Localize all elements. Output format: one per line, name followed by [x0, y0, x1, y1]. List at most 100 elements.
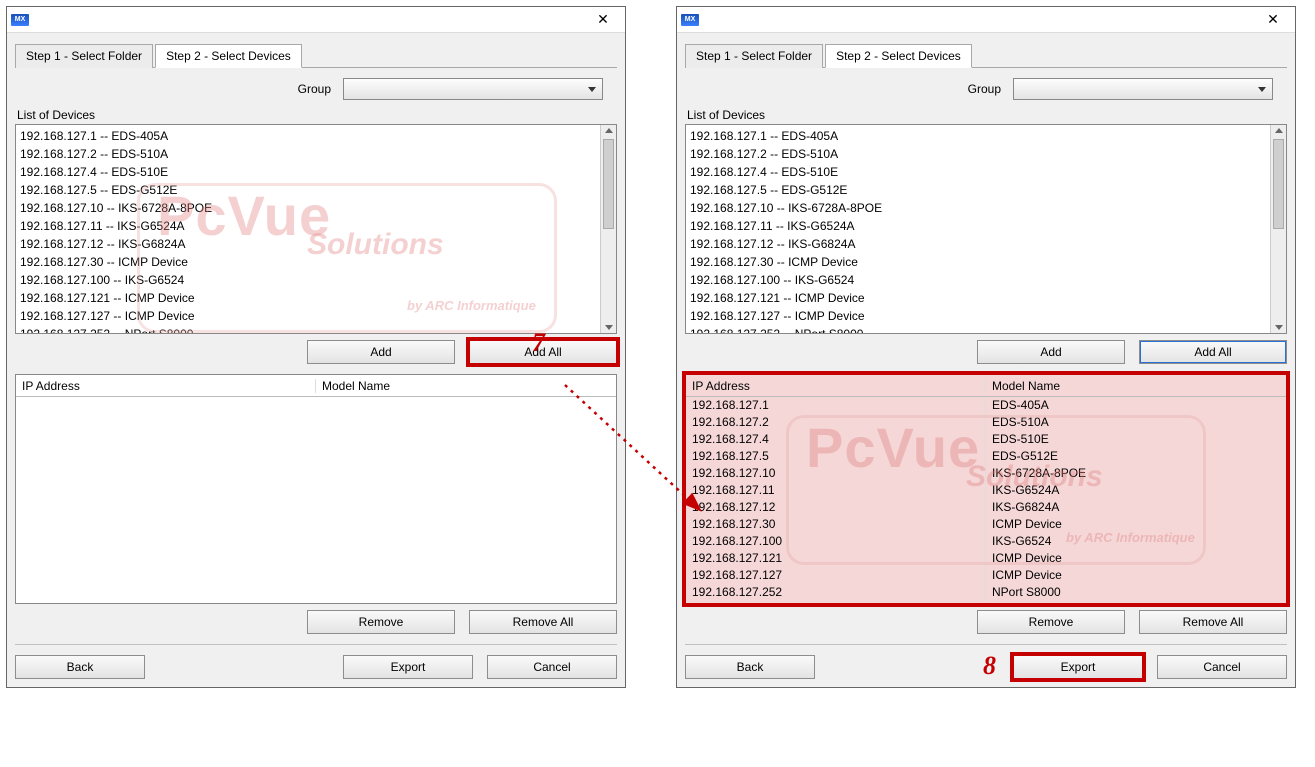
- device-item[interactable]: 192.168.127.10 -- IKS-6728A-8POE: [20, 199, 596, 217]
- app-icon: MX: [681, 14, 699, 26]
- scrollbar[interactable]: [1270, 125, 1286, 333]
- col-model[interactable]: Model Name: [316, 379, 616, 393]
- add-all-button[interactable]: Add All: [1139, 340, 1287, 364]
- cell-ip: 192.168.127.127: [686, 567, 986, 584]
- table-row[interactable]: 192.168.127.11IKS-G6524A: [686, 482, 1286, 499]
- callout-8: 8: [983, 651, 996, 681]
- device-item[interactable]: 192.168.127.11 -- IKS-G6524A: [690, 217, 1266, 235]
- dialog-right: MX ✕ Step 1 - Select Folder Step 2 - Sel…: [676, 6, 1296, 688]
- device-item[interactable]: 192.168.127.127 -- ICMP Device: [690, 307, 1266, 325]
- remove-button[interactable]: Remove: [307, 610, 455, 634]
- device-item[interactable]: 192.168.127.12 -- IKS-G6824A: [690, 235, 1266, 253]
- cell-model: ICMP Device: [986, 516, 1286, 533]
- cell-model: IKS-6728A-8POE: [986, 465, 1286, 482]
- titlebar: MX ✕: [7, 7, 625, 33]
- selected-devices-grid[interactable]: IP Address Model Name: [15, 374, 617, 604]
- back-button[interactable]: Back: [685, 655, 815, 679]
- device-item[interactable]: 192.168.127.4 -- EDS-510E: [690, 163, 1266, 181]
- col-model[interactable]: Model Name: [986, 379, 1286, 393]
- cell-ip: 192.168.127.11: [686, 482, 986, 499]
- device-item[interactable]: 192.168.127.2 -- EDS-510A: [690, 145, 1266, 163]
- cell-model: EDS-405A: [986, 397, 1286, 414]
- remove-all-button[interactable]: Remove All: [1139, 610, 1287, 634]
- close-button[interactable]: ✕: [585, 9, 621, 31]
- export-button[interactable]: Export: [343, 655, 473, 679]
- device-item[interactable]: 192.168.127.1 -- EDS-405A: [690, 127, 1266, 145]
- cell-model: ICMP Device: [986, 550, 1286, 567]
- device-item[interactable]: 192.168.127.30 -- ICMP Device: [690, 253, 1266, 271]
- table-row[interactable]: 192.168.127.252NPort S8000: [686, 584, 1286, 601]
- device-item[interactable]: 192.168.127.30 -- ICMP Device: [20, 253, 596, 271]
- export-button[interactable]: Export: [1013, 655, 1143, 679]
- devices-listbox[interactable]: 192.168.127.1 -- EDS-405A192.168.127.2 -…: [15, 124, 617, 334]
- remove-button[interactable]: Remove: [977, 610, 1125, 634]
- cancel-button[interactable]: Cancel: [1157, 655, 1287, 679]
- cell-ip: 192.168.127.4: [686, 431, 986, 448]
- cell-ip: 192.168.127.12: [686, 499, 986, 516]
- close-icon: ✕: [1267, 11, 1279, 28]
- tab-step2[interactable]: Step 2 - Select Devices: [155, 44, 302, 68]
- cell-ip: 192.168.127.5: [686, 448, 986, 465]
- device-item[interactable]: 192.168.127.121 -- ICMP Device: [20, 289, 596, 307]
- cell-model: ICMP Device: [986, 567, 1286, 584]
- cell-ip: 192.168.127.30: [686, 516, 986, 533]
- close-button[interactable]: ✕: [1255, 9, 1291, 31]
- selected-devices-grid[interactable]: IP Address Model Name 192.168.127.1EDS-4…: [685, 374, 1287, 604]
- table-row[interactable]: 192.168.127.30ICMP Device: [686, 516, 1286, 533]
- table-row[interactable]: 192.168.127.12IKS-G6824A: [686, 499, 1286, 516]
- device-item[interactable]: 192.168.127.252 -- NPort S8000: [690, 325, 1266, 333]
- add-all-button[interactable]: Add All: [469, 340, 617, 364]
- device-item[interactable]: 192.168.127.10 -- IKS-6728A-8POE: [690, 199, 1266, 217]
- device-item[interactable]: 192.168.127.2 -- EDS-510A: [20, 145, 596, 163]
- cell-model: IKS-G6524A: [986, 482, 1286, 499]
- group-combobox[interactable]: [343, 78, 603, 100]
- tab-step1[interactable]: Step 1 - Select Folder: [15, 44, 153, 68]
- table-row[interactable]: 192.168.127.2EDS-510A: [686, 414, 1286, 431]
- cell-ip: 192.168.127.252: [686, 584, 986, 601]
- back-button[interactable]: Back: [15, 655, 145, 679]
- col-ip[interactable]: IP Address: [16, 379, 316, 393]
- table-row[interactable]: 192.168.127.121ICMP Device: [686, 550, 1286, 567]
- table-row[interactable]: 192.168.127.5EDS-G512E: [686, 448, 1286, 465]
- remove-all-button[interactable]: Remove All: [469, 610, 617, 634]
- device-item[interactable]: 192.168.127.4 -- EDS-510E: [20, 163, 596, 181]
- cell-ip: 192.168.127.10: [686, 465, 986, 482]
- col-ip[interactable]: IP Address: [686, 379, 986, 393]
- list-of-devices-label: List of Devices: [17, 108, 617, 122]
- device-item[interactable]: 192.168.127.252 -- NPort S8000: [20, 325, 596, 333]
- add-button[interactable]: Add: [977, 340, 1125, 364]
- add-button[interactable]: Add: [307, 340, 455, 364]
- group-label: Group: [298, 82, 331, 96]
- cell-ip: 192.168.127.2: [686, 414, 986, 431]
- table-row[interactable]: 192.168.127.1EDS-405A: [686, 397, 1286, 414]
- cell-ip: 192.168.127.100: [686, 533, 986, 550]
- device-item[interactable]: 192.168.127.100 -- IKS-G6524: [690, 271, 1266, 289]
- devices-listbox[interactable]: 192.168.127.1 -- EDS-405A192.168.127.2 -…: [685, 124, 1287, 334]
- tab-bar: Step 1 - Select Folder Step 2 - Select D…: [685, 43, 1287, 68]
- scrollbar[interactable]: [600, 125, 616, 333]
- cell-ip: 192.168.127.1: [686, 397, 986, 414]
- table-row[interactable]: 192.168.127.4EDS-510E: [686, 431, 1286, 448]
- cell-model: IKS-G6824A: [986, 499, 1286, 516]
- dialog-left: MX ✕ Step 1 - Select Folder Step 2 - Sel…: [6, 6, 626, 688]
- close-icon: ✕: [597, 11, 609, 28]
- device-item[interactable]: 192.168.127.11 -- IKS-G6524A: [20, 217, 596, 235]
- table-row[interactable]: 192.168.127.100IKS-G6524: [686, 533, 1286, 550]
- cell-ip: 192.168.127.121: [686, 550, 986, 567]
- device-item[interactable]: 192.168.127.127 -- ICMP Device: [20, 307, 596, 325]
- group-label: Group: [968, 82, 1001, 96]
- device-item[interactable]: 192.168.127.12 -- IKS-G6824A: [20, 235, 596, 253]
- table-row[interactable]: 192.168.127.10IKS-6728A-8POE: [686, 465, 1286, 482]
- table-row[interactable]: 192.168.127.127ICMP Device: [686, 567, 1286, 584]
- device-item[interactable]: 192.168.127.5 -- EDS-G512E: [690, 181, 1266, 199]
- device-item[interactable]: 192.168.127.1 -- EDS-405A: [20, 127, 596, 145]
- titlebar: MX ✕: [677, 7, 1295, 33]
- device-item[interactable]: 192.168.127.121 -- ICMP Device: [690, 289, 1266, 307]
- group-combobox[interactable]: [1013, 78, 1273, 100]
- list-of-devices-label: List of Devices: [687, 108, 1287, 122]
- tab-step2[interactable]: Step 2 - Select Devices: [825, 44, 972, 68]
- device-item[interactable]: 192.168.127.5 -- EDS-G512E: [20, 181, 596, 199]
- device-item[interactable]: 192.168.127.100 -- IKS-G6524: [20, 271, 596, 289]
- cancel-button[interactable]: Cancel: [487, 655, 617, 679]
- tab-step1[interactable]: Step 1 - Select Folder: [685, 44, 823, 68]
